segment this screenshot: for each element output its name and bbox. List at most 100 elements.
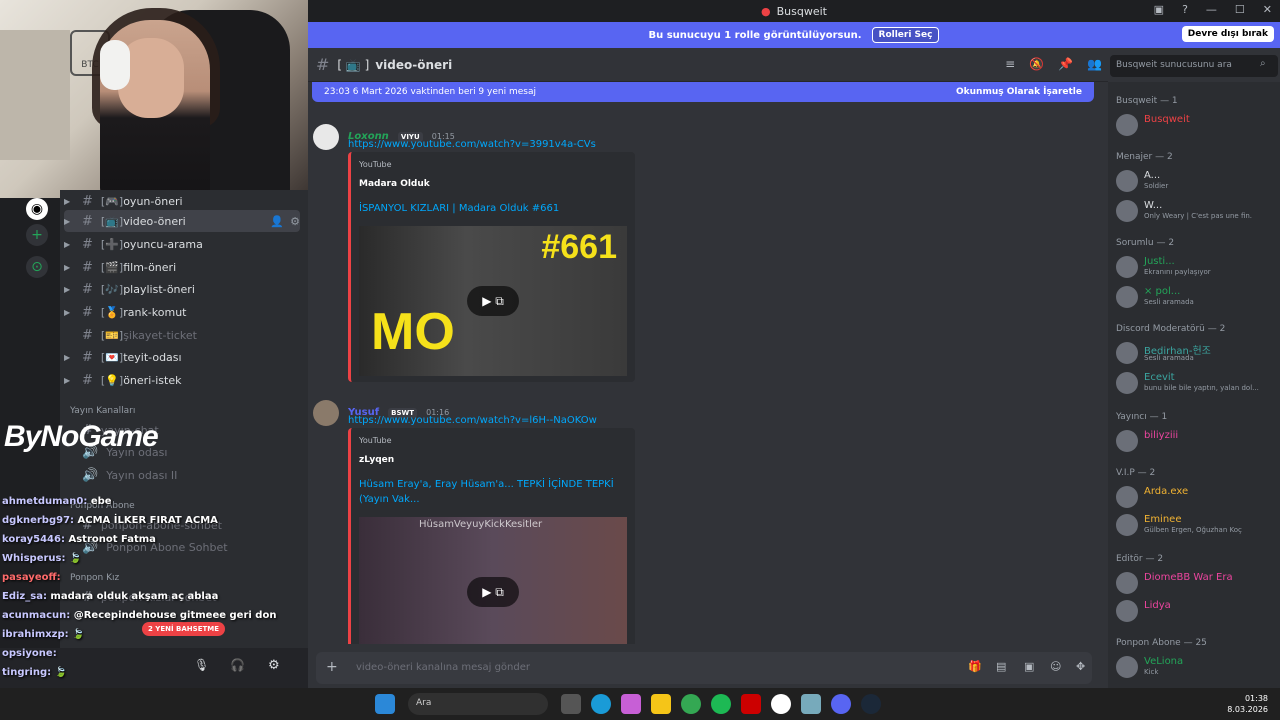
gif-icon[interactable]: ▤: [996, 660, 1006, 673]
member-item[interactable]: Eminee Gülben Ergen, Oğuzhan Koç: [1116, 512, 1278, 538]
help-icon[interactable]: ?: [1182, 3, 1188, 16]
taskbar-search[interactable]: Ara: [408, 693, 548, 715]
member-item[interactable]: Ecevit bunu bile bile yaptın, yalan dol..…: [1116, 370, 1278, 396]
new-messages-text: 23:03 6 Mart 2026 vaktinden beri 9 yeni …: [324, 87, 536, 97]
member-group-label: V.I.P — 2: [1116, 468, 1156, 478]
channel-film-oneri[interactable]: ▶ #[ 🎬 ] film-öneri: [64, 256, 300, 278]
member-item[interactable]: W... Only Weary | C'est pas une fin.: [1116, 198, 1278, 224]
embed-title[interactable]: İSPANYOL KIZLARI | Madara Olduk #661: [359, 201, 627, 216]
member-group-label: Discord Moderatörü — 2: [1116, 324, 1226, 334]
discord-icon[interactable]: [831, 694, 851, 714]
app-icon[interactable]: [801, 694, 821, 714]
member-name: × pol...: [1144, 286, 1181, 297]
message-link[interactable]: https://www.youtube.com/watch?v=3991v4a-…: [348, 139, 596, 150]
add-attachment-icon[interactable]: +: [326, 659, 338, 675]
member-name: Ecevit: [1144, 372, 1175, 383]
channel-rank-komut[interactable]: ▶ #[ 🏅 ] rank-komut: [64, 301, 300, 323]
video-thumbnail[interactable]: HüsamVeyuyKickKesitler ▶ ⧉: [359, 517, 627, 644]
channel-video-oneri[interactable]: ▶ #[ 📺 ] video-öneri 👤 ⚙: [64, 210, 300, 232]
member-item[interactable]: Bedirhan-헌조 Sesli aramada: [1116, 340, 1278, 366]
member-name: Lidya: [1144, 600, 1171, 611]
task-view-icon[interactable]: [561, 694, 581, 714]
member-group-label: Yayıncı — 1: [1116, 412, 1168, 422]
spotify-icon[interactable]: [711, 694, 731, 714]
member-item[interactable]: Justi... Ekranını paylaşıyor: [1116, 254, 1278, 280]
channel-label: film-öneri: [123, 260, 177, 274]
search-input[interactable]: Busqweit sunucusunu ara: [1110, 55, 1278, 77]
member-group-label: Sorumlu — 2: [1116, 238, 1175, 248]
member-name: biliyziii: [1144, 430, 1179, 441]
system-clock[interactable]: 01:38 8.03.2026: [1227, 693, 1268, 715]
clock-time: 01:38: [1244, 694, 1268, 703]
explore-icon[interactable]: ⊙: [26, 256, 48, 278]
channel-oyun-oneri[interactable]: ▶ #[ 🎮 ] oyun-öneri: [64, 190, 300, 212]
threads-icon[interactable]: ≡: [1005, 57, 1015, 71]
add-server-icon[interactable]: +: [26, 224, 48, 246]
chat-message: ibrahimxzp: 🍃: [2, 629, 302, 648]
avatar: [1116, 342, 1138, 364]
edge-icon[interactable]: [591, 694, 611, 714]
roles-select-button[interactable]: Rolleri Seç: [871, 27, 940, 43]
file-explorer-icon[interactable]: [651, 694, 671, 714]
play-icon[interactable]: ▶ ⧉: [467, 286, 519, 316]
maximize-button[interactable]: ☐: [1235, 3, 1245, 16]
channel-header: # [ 📺 ] video-öneri ≡ 🔕 📌 👥: [308, 48, 1108, 82]
mark-read-button[interactable]: Okunmuş Olarak İşaretle: [956, 87, 1082, 97]
server-icon[interactable]: ◉: [26, 198, 48, 220]
copilot-icon[interactable]: [621, 694, 641, 714]
member-item[interactable]: biliyziii: [1116, 428, 1278, 454]
channel-label: oyuncu-arama: [123, 237, 203, 251]
invite-icon[interactable]: 👤: [270, 215, 284, 228]
windows-start-icon[interactable]: [375, 694, 395, 714]
channel-oneri-istek[interactable]: ▶ #[ 💡 ] öneri-istek: [64, 369, 300, 391]
avatar: [1116, 200, 1138, 222]
embed-author[interactable]: Madara Olduk: [359, 179, 635, 189]
embed-author[interactable]: zLyqen: [359, 455, 635, 465]
member-item[interactable]: DiomeBB War Era: [1116, 570, 1278, 596]
channel-label: video-öneri: [123, 214, 186, 228]
members-icon[interactable]: 👥: [1087, 57, 1102, 71]
chrome-icon[interactable]: [681, 694, 701, 714]
channel-playlist-oneri[interactable]: ▶ #[ 🎶 ] playlist-öneri: [64, 278, 300, 300]
window-titlebar: ● Busqweit ▣ ? — ☐ ✕: [308, 0, 1280, 22]
obs-icon[interactable]: [771, 694, 791, 714]
category-streams[interactable]: Yayın Kanalları: [70, 406, 135, 416]
play-icon[interactable]: ▶ ⧉: [467, 577, 519, 607]
chat-user: ibrahimxzp:: [2, 629, 69, 640]
message-link[interactable]: https://www.youtube.com/watch?v=l6H--NaO…: [348, 415, 597, 426]
close-button[interactable]: ✕: [1263, 3, 1272, 16]
member-group-label: Menajer — 2: [1116, 152, 1173, 162]
member-name: W...: [1144, 200, 1163, 211]
pin-icon[interactable]: 📌: [1058, 57, 1073, 71]
embed-title[interactable]: Hüsam Eray'a, Eray Hüsam'a... TEPKİ İÇİN…: [359, 477, 627, 507]
member-item[interactable]: Busqweit: [1116, 112, 1278, 138]
emoji-icon[interactable]: ☺: [1050, 660, 1061, 673]
sticker-icon[interactable]: ▣: [1024, 660, 1034, 673]
member-item[interactable]: Arda.exe: [1116, 484, 1278, 510]
channel-oyuncu-arama[interactable]: ▶ #[ ➕ ] oyuncu-arama: [64, 233, 300, 255]
leave-preview-button[interactable]: Devre dışı bırak: [1181, 26, 1274, 42]
avatar[interactable]: [313, 400, 339, 426]
steam-icon[interactable]: [861, 694, 881, 714]
member-item[interactable]: × pol... Sesli aramada: [1116, 284, 1278, 310]
mute-icon[interactable]: 🔕: [1029, 57, 1044, 71]
avatar[interactable]: [313, 124, 339, 150]
gift-icon[interactable]: 🎁: [968, 660, 982, 673]
settings-icon[interactable]: ⚙: [290, 215, 300, 228]
video-thumbnail[interactable]: #661 MO ▶ ⧉: [359, 226, 627, 376]
apps-icon[interactable]: ✥: [1076, 660, 1085, 673]
minimize-button[interactable]: —: [1206, 3, 1217, 16]
new-messages-bar[interactable]: 23:03 6 Mart 2026 vaktinden beri 9 yeni …: [312, 82, 1094, 102]
member-item[interactable]: A... Soldier: [1116, 168, 1278, 194]
voice-yayin-odasi-2[interactable]: 🔊 Yayın odası II: [64, 464, 300, 486]
member-status: bunu bile bile yaptın, yalan dol...: [1144, 384, 1259, 392]
channel-icon: 💌: [105, 350, 119, 364]
chat-message: opsiyone:: [2, 648, 302, 667]
inbox-icon[interactable]: ▣: [1154, 3, 1164, 16]
avatar: [1116, 656, 1138, 678]
app-icon[interactable]: [741, 694, 761, 714]
channel-sikayet-ticket[interactable]: #[ 🎫 ] şikayet-ticket: [64, 324, 300, 346]
channel-teyit-odasi[interactable]: ▶ #[ 💌 ] teyit-odası: [64, 346, 300, 368]
member-item[interactable]: Lidya: [1116, 598, 1278, 624]
member-item[interactable]: VeLiona Kick: [1116, 654, 1278, 680]
